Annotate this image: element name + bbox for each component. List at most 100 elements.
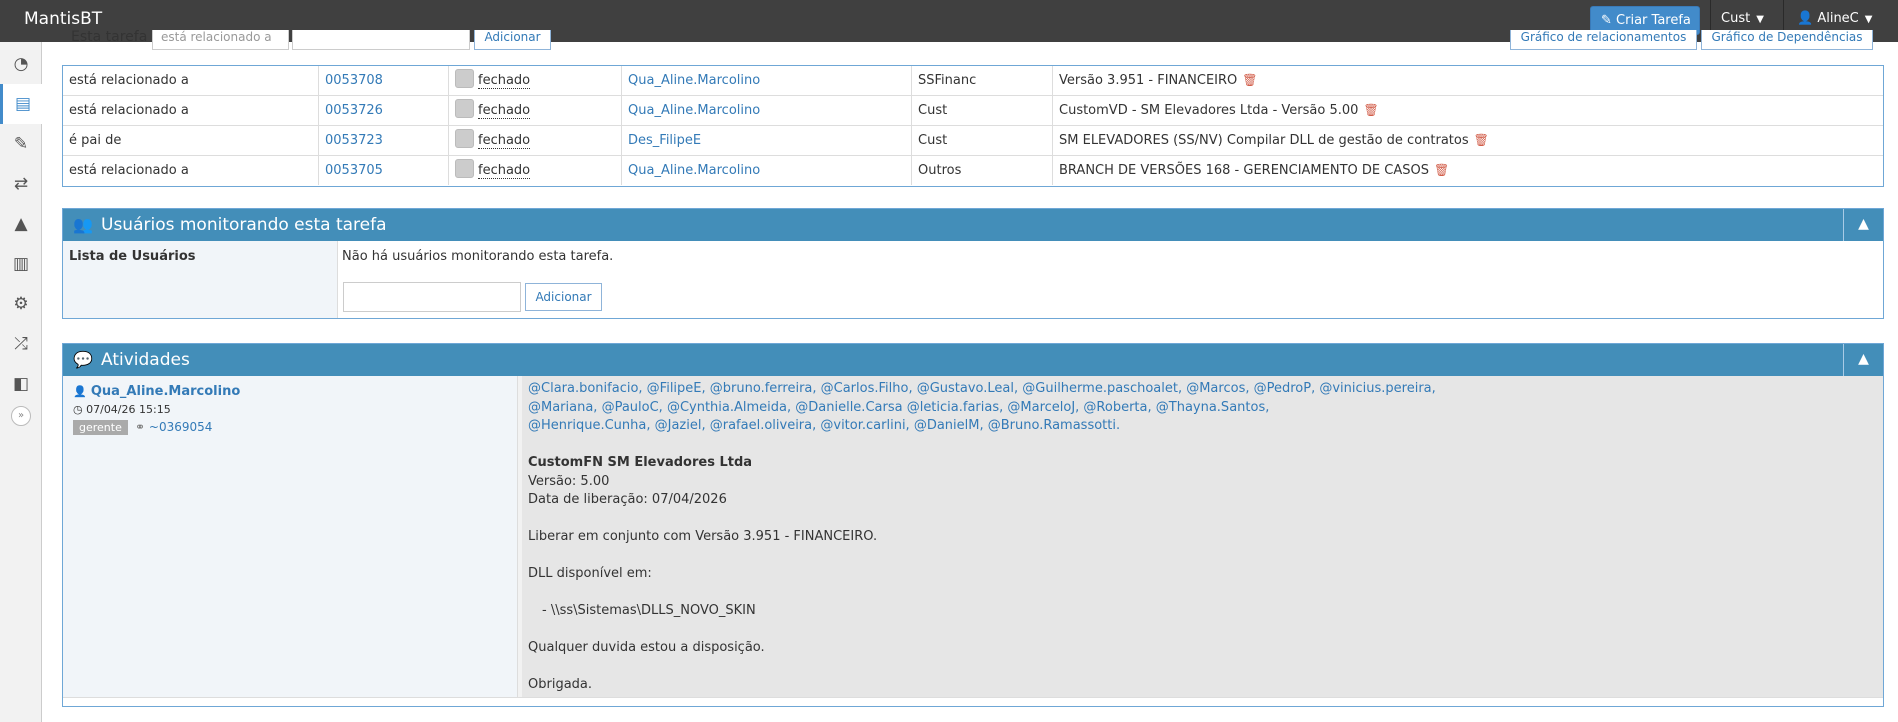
monitor-user-input[interactable]: [343, 282, 521, 312]
mentions-line[interactable]: @Clara.bonifacio, @FilipeE, @bruno.ferre…: [528, 380, 1877, 399]
mentions-line[interactable]: @Mariana, @PauloC, @Cynthia.Almeida, @Da…: [528, 399, 1877, 418]
note-release-date: Data de liberação: 07/04/2026: [528, 492, 727, 507]
trash-icon[interactable]: 🗑: [1434, 163, 1449, 177]
activities-title: Atividades: [101, 350, 190, 370]
edit-icon: ✎: [13, 134, 29, 154]
note-doubt: Qualquer duvida estou a disposição.: [528, 640, 765, 655]
handler-link[interactable]: Qua_Aline.Marcolino: [628, 163, 760, 178]
relation-type: está relacionado a: [69, 163, 189, 178]
edit-icon: ✎: [1601, 13, 1612, 28]
chevron-up-icon[interactable]: ▲: [1843, 344, 1883, 376]
note-ref-text: ~0369054: [148, 420, 213, 434]
monitoring-empty-text: Não há usuários monitorando esta tarefa.: [342, 249, 614, 264]
note-heading: CustomFN SM Elevadores Ltda: [528, 455, 753, 470]
note-date: 07/04/26 15:15: [86, 403, 171, 416]
gears-icon: ⚙: [13, 294, 29, 314]
relation-type: é pai de: [69, 133, 122, 148]
issue-summary: BRANCH DE VERSÕES 168 - GERENCIAMENTO DE…: [1059, 163, 1429, 178]
note-author-link[interactable]: Qua_Aline.Marcolino: [91, 384, 240, 399]
relationships-table: está relacionado a 0053708 fechado Qua_A…: [62, 65, 1884, 187]
chevron-up-icon[interactable]: ▲: [1843, 209, 1883, 241]
issue-id-link[interactable]: 0053723: [325, 133, 383, 148]
sidebar-item-dashboard[interactable]: ◔: [0, 44, 42, 84]
note-dll-path: - \\ss\Sistemas\DLLS_NOVO_SKIN: [542, 603, 756, 618]
relation-type: está relacionado a: [69, 103, 189, 118]
status-color-icon: [455, 129, 474, 148]
road-icon: ▲: [14, 214, 28, 234]
relationship-type-select[interactable]: está relacionado a: [152, 30, 289, 50]
monitoring-title: Usuários monitorando esta tarefa: [101, 215, 387, 235]
brand-logo[interactable]: MantisBT: [24, 9, 102, 29]
relationship-issue-input[interactable]: [292, 30, 470, 50]
issue-id-link[interactable]: 0053726: [325, 103, 383, 118]
create-issue-label: Criar Tarefa: [1616, 13, 1691, 28]
mentions-line[interactable]: @Henrique.Cunha, @Jaziel, @rafael.olivei…: [528, 417, 1877, 436]
trash-icon[interactable]: 🗑: [1474, 133, 1489, 147]
sidebar-item-roadmap[interactable]: ▲: [0, 204, 42, 244]
add-monitor-button[interactable]: Adicionar: [525, 283, 602, 311]
status-text: fechado: [478, 133, 531, 149]
status-color-icon: [455, 99, 474, 118]
project-label: Cust: [1721, 11, 1751, 26]
table-row: está relacionado a 0053708 fechado Qua_A…: [63, 66, 1883, 96]
user-label: AlineC: [1817, 11, 1859, 26]
status-text: fechado: [478, 163, 531, 179]
role-badge: gerente: [73, 420, 128, 435]
relationship-graph-button[interactable]: Gráfico de relacionamentos: [1510, 30, 1697, 50]
note-thanks: Obrigada.: [528, 677, 593, 692]
activities-header: 💬 Atividades ▲: [63, 344, 1883, 376]
sidebar-item-changelog[interactable]: ⇄: [0, 164, 42, 204]
sidebar-item-view-issues[interactable]: ▤: [0, 84, 43, 124]
random-icon: ⤮: [14, 334, 28, 354]
sidebar-item-manage[interactable]: ⚙: [0, 284, 42, 324]
project-name: Cust: [911, 126, 1052, 155]
sidebar-item-random[interactable]: ⤮: [0, 324, 42, 364]
note-release-note: Liberar em conjunto com Versão 3.951 - F…: [528, 529, 878, 544]
monitoring-header: 👥 Usuários monitorando esta tarefa ▲: [63, 209, 1883, 241]
project-name: Cust: [911, 96, 1052, 125]
list-icon: ▤: [14, 94, 32, 114]
relation-type: está relacionado a: [69, 73, 189, 88]
sidebar-item-book[interactable]: ◧: [0, 364, 42, 404]
link-icon: ⚭: [135, 420, 146, 434]
comments-icon: 💬: [73, 350, 93, 369]
table-row: está relacionado a 0053705 fechado Qua_A…: [63, 156, 1883, 186]
trash-icon[interactable]: 🗑: [1363, 103, 1378, 117]
monitoring-body: Lista de Usuários Não há usuários monito…: [63, 241, 1883, 318]
status-color-icon: [455, 159, 474, 178]
monitoring-widget: 👥 Usuários monitorando esta tarefa ▲ Lis…: [62, 208, 1884, 319]
sidebar-item-report-issue[interactable]: ✎: [0, 124, 42, 164]
handler-link[interactable]: Qua_Aline.Marcolino: [628, 73, 760, 88]
status-text: fechado: [478, 103, 531, 119]
sidebar-item-summary[interactable]: ▥: [0, 244, 42, 284]
add-relationship-button[interactable]: Adicionar: [474, 30, 551, 50]
status-text: fechado: [478, 73, 531, 89]
clock-icon: ◷: [73, 403, 83, 416]
chevron-down-icon: ▼: [1864, 14, 1873, 25]
book-icon: ◧: [12, 374, 30, 394]
dependency-graph-button[interactable]: Gráfico de Dependências: [1701, 30, 1873, 50]
activity-note: 👤 Qua_Aline.Marcolino ◷ 07/04/26 15:15 g…: [63, 376, 1883, 706]
issue-summary: Versão 3.951 - FINANCEIRO: [1059, 73, 1238, 88]
relationship-toolbar: Esta tarefa está relacionado a Adicionar…: [62, 30, 1884, 65]
issue-id-link[interactable]: 0053705: [325, 163, 383, 178]
sidebar-toggle-icon[interactable]: »: [11, 406, 31, 426]
retweet-icon: ⇄: [13, 174, 29, 194]
user-icon: 👤: [1797, 11, 1814, 26]
table-row: está relacionado a 0053726 fechado Qua_A…: [63, 96, 1883, 126]
dashboard-icon: ◔: [13, 54, 29, 74]
sidebar: ◔ ▤ ✎ ⇄ ▲ ▥ ⚙ ⤮ ◧ »: [0, 42, 43, 722]
note-ref-link[interactable]: ⚭ ~0369054: [135, 420, 212, 434]
project-selector[interactable]: Cust ▼: [1721, 11, 1764, 26]
activities-widget: 💬 Atividades ▲ 👤 Qua_Aline.Marcolino ◷ 0…: [62, 343, 1884, 707]
note-text: @Clara.bonifacio, @FilipeE, @bruno.ferre…: [522, 376, 1883, 697]
trash-icon[interactable]: 🗑: [1242, 73, 1257, 87]
user-menu[interactable]: 👤 AlineC ▼: [1797, 11, 1872, 26]
table-row: é pai de 0053723 fechado Des_FilipeE Cus…: [63, 126, 1883, 156]
issue-summary: CustomVD - SM Elevadores Ltda - Versão 5…: [1059, 103, 1359, 118]
issue-summary: SM ELEVADORES (SS/NV) Compilar DLL de ge…: [1059, 133, 1469, 148]
handler-link[interactable]: Qua_Aline.Marcolino: [628, 103, 760, 118]
issue-id-link[interactable]: 0053708: [325, 73, 383, 88]
handler-link[interactable]: Des_FilipeE: [628, 133, 701, 148]
users-icon: 👥: [73, 215, 93, 234]
